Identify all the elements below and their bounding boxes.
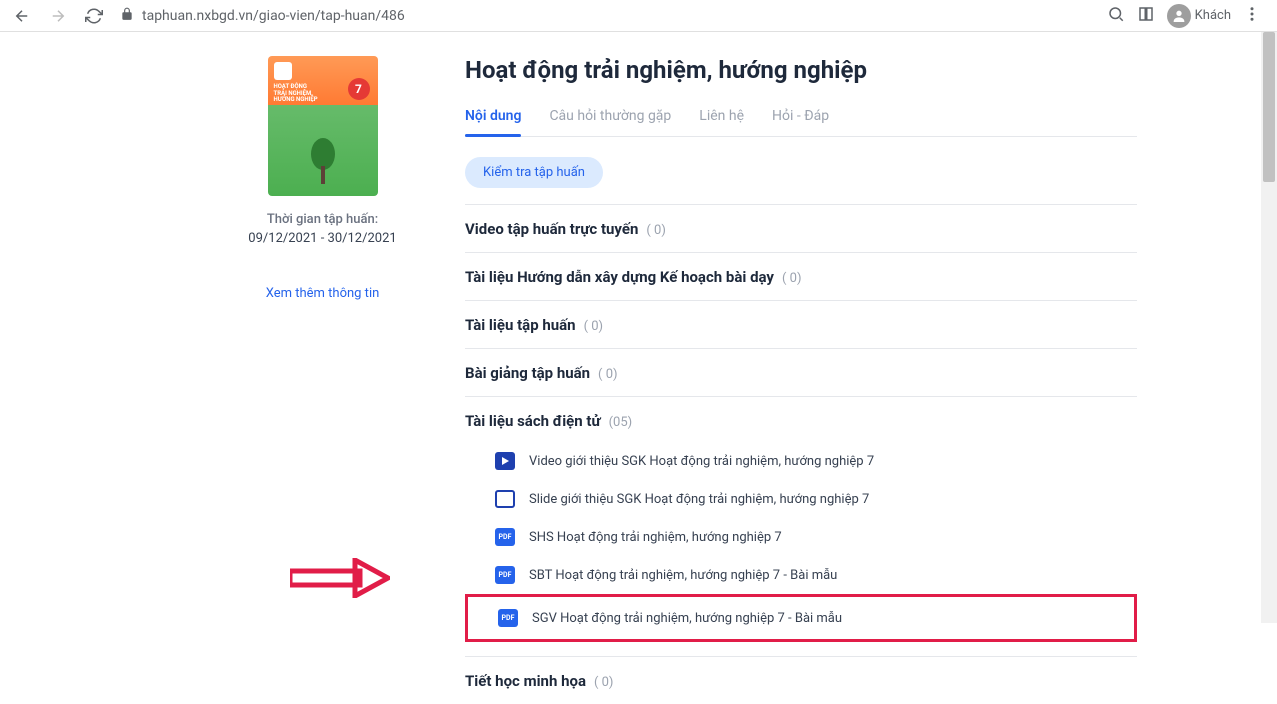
pdf-icon: PDF: [495, 566, 515, 584]
more-info-link[interactable]: Xem thêm thông tin: [200, 286, 445, 301]
page-title: Hoạt động trải nghiệm, hướng nghiệp: [465, 56, 1137, 84]
doc-item-shs[interactable]: PDF SHS Hoạt động trải nghiệm, hướng ngh…: [465, 518, 1137, 556]
browser-right-icons: Khách: [1107, 4, 1269, 28]
annotation-arrow: [290, 558, 390, 598]
avatar-icon: [1167, 4, 1191, 28]
browser-toolbar: taphuan.nxbgd.vn/giao-vien/tap-huan/486 …: [0, 0, 1277, 32]
slide-icon: [495, 490, 515, 508]
address-bar[interactable]: taphuan.nxbgd.vn/giao-vien/tap-huan/486: [116, 6, 1099, 25]
section-lecture[interactable]: Bài giảng tập huấn ( 0): [465, 348, 1137, 396]
pdf-icon: PDF: [495, 528, 515, 546]
guest-label: Khách: [1195, 8, 1231, 23]
tab-lien-he[interactable]: Liên hệ: [699, 100, 744, 136]
main-content: Hoạt động trải nghiệm, hướng nghiệp Nội …: [465, 56, 1277, 623]
time-label: Thời gian tập huấn:: [200, 212, 445, 227]
tab-cau-hoi[interactable]: Câu hỏi thường gặp: [549, 100, 671, 136]
section-video[interactable]: Video tập huấn trực tuyến ( 0): [465, 204, 1137, 252]
back-button[interactable]: [8, 2, 36, 30]
lock-icon: [120, 6, 134, 25]
sidebar: HOẠT ĐỘNG TRẢI NGHIỆM, HƯỚNG NGHIỆP 7 Th…: [200, 56, 465, 623]
forward-button[interactable]: [44, 2, 72, 30]
doc-item-sgv[interactable]: PDF SGV Hoạt động trải nghiệm, hướng ngh…: [468, 599, 1134, 637]
scrollbar[interactable]: [1261, 32, 1277, 623]
section-demo[interactable]: Tiết học minh họa ( 0): [465, 656, 1137, 704]
section-ebook[interactable]: Tài liệu sách điện tử (05) Video giới th…: [465, 396, 1137, 656]
time-value: 09/12/2021 - 30/12/2021: [200, 231, 445, 246]
menu-dots-icon[interactable]: [1243, 5, 1261, 27]
doc-list: Video giới thiệu SGK Hoạt động trải nghi…: [465, 442, 1137, 642]
scrollbar-thumb[interactable]: [1263, 32, 1275, 182]
guest-profile[interactable]: Khách: [1167, 4, 1231, 28]
check-training-button[interactable]: Kiểm tra tập huấn: [465, 157, 603, 188]
doc-item-sbt[interactable]: PDF SBT Hoạt động trải nghiệm, hướng ngh…: [465, 556, 1137, 594]
doc-item-video[interactable]: Video giới thiệu SGK Hoạt động trải nghi…: [465, 442, 1137, 480]
tab-hoi-dap[interactable]: Hỏi - Đáp: [772, 100, 829, 136]
section-guide[interactable]: Tài liệu Hướng dẫn xây dựng Kế hoạch bài…: [465, 252, 1137, 300]
highlighted-item: PDF SGV Hoạt động trải nghiệm, hướng ngh…: [465, 594, 1137, 642]
url-text: taphuan.nxbgd.vn/giao-vien/tap-huan/486: [142, 8, 1095, 24]
book-cover[interactable]: HOẠT ĐỘNG TRẢI NGHIỆM, HƯỚNG NGHIỆP 7: [268, 56, 378, 196]
doc-item-slide[interactable]: Slide giới thiệu SGK Hoạt động trải nghi…: [465, 480, 1137, 518]
pdf-icon: PDF: [498, 609, 518, 627]
grade-badge: 7: [348, 78, 370, 100]
page-body: HOẠT ĐỘNG TRẢI NGHIỆM, HƯỚNG NGHIỆP 7 Th…: [0, 32, 1277, 623]
tab-noi-dung[interactable]: Nội dung: [465, 100, 521, 136]
video-icon: [495, 452, 515, 470]
extensions-icon[interactable]: [1137, 5, 1155, 27]
reload-button[interactable]: [80, 2, 108, 30]
zoom-icon[interactable]: [1107, 5, 1125, 27]
section-material[interactable]: Tài liệu tập huấn ( 0): [465, 300, 1137, 348]
tabs: Nội dung Câu hỏi thường gặp Liên hệ Hỏi …: [465, 100, 1137, 137]
